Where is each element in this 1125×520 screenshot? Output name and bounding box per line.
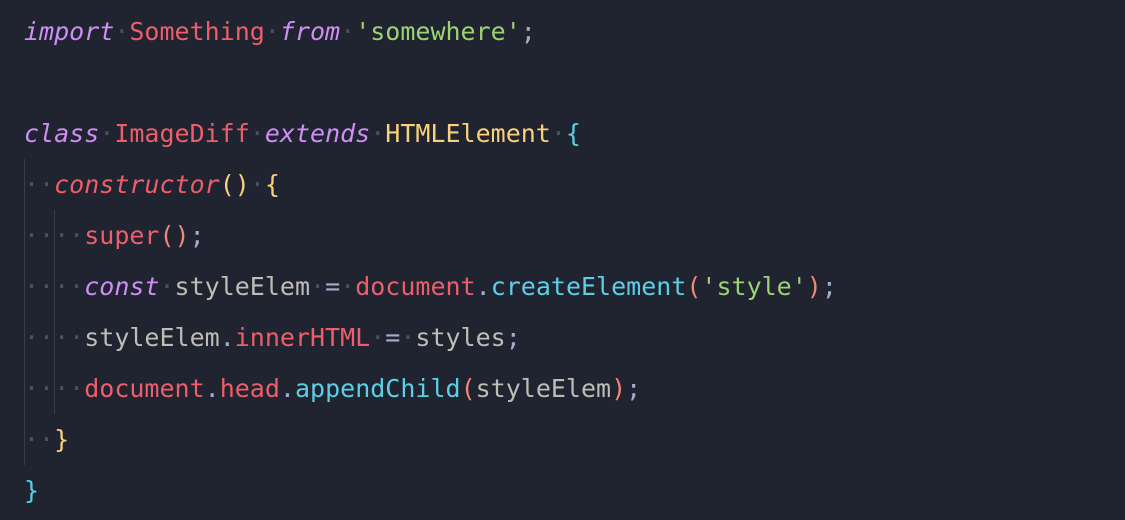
whitespace-marker: ·· — [24, 425, 54, 454]
code-line: ····document.head.appendChild(styleElem)… — [24, 363, 1101, 414]
token-keyword-italic: extends — [265, 119, 370, 148]
token-paren-pink: ) — [611, 374, 626, 403]
token-super: super — [84, 221, 159, 250]
token-prop-red: document — [355, 272, 475, 301]
token-punct: ; — [521, 17, 536, 46]
whitespace-marker: · — [250, 119, 265, 148]
token-punct: ; — [626, 374, 641, 403]
token-paren-pink: ) — [807, 272, 822, 301]
token-ident: styleElem — [476, 374, 611, 403]
whitespace-marker: · — [551, 119, 566, 148]
indent-guide — [24, 414, 25, 465]
whitespace-marker: · — [310, 272, 325, 301]
token-string: 'somewhere' — [355, 17, 521, 46]
token-keyword-italic: class — [24, 119, 99, 148]
indent-guide — [24, 261, 25, 312]
token-classname: ImageDiff — [114, 119, 249, 148]
whitespace-marker: · — [265, 17, 280, 46]
token-prop-red: innerHTML — [235, 323, 370, 352]
token-punct: ; — [190, 221, 205, 250]
token-method: createElement — [491, 272, 687, 301]
indent-guide — [24, 159, 25, 210]
token-prop-red: document — [84, 374, 204, 403]
code-line: } — [24, 465, 1101, 516]
token-brace-yellow: } — [54, 425, 69, 454]
token-keyword-italic: from — [280, 17, 340, 46]
token-keyword-italic: import — [24, 17, 114, 46]
token-punct: . — [280, 374, 295, 403]
token-brace-yellow: ) — [235, 170, 250, 199]
token-type: HTMLElement — [385, 119, 551, 148]
code-line — [24, 57, 1101, 108]
whitespace-marker: · — [250, 170, 265, 199]
whitespace-marker: · — [159, 272, 174, 301]
indent-guide — [54, 210, 55, 261]
token-brace-yellow: { — [265, 170, 280, 199]
indent-guide — [54, 261, 55, 312]
token-punct: ; — [822, 272, 837, 301]
code-line: ··constructor()·{ — [24, 159, 1101, 210]
whitespace-marker: · — [400, 323, 415, 352]
token-ident: styles — [415, 323, 505, 352]
code-line: ····const·styleElem·=·document.createEle… — [24, 261, 1101, 312]
token-classname: Something — [129, 17, 264, 46]
code-editor[interactable]: import·Something·from·'somewhere';class·… — [0, 0, 1125, 516]
token-punct: . — [476, 272, 491, 301]
token-brace-teal: { — [566, 119, 581, 148]
whitespace-marker: · — [370, 119, 385, 148]
token-paren-pink: ) — [175, 221, 190, 250]
whitespace-marker: ·· — [24, 170, 54, 199]
whitespace-marker: · — [370, 323, 385, 352]
code-line: import·Something·from·'somewhere'; — [24, 6, 1101, 57]
token-ctor: constructor — [54, 170, 220, 199]
indent-guide — [54, 312, 55, 363]
indent-guide — [24, 312, 25, 363]
token-operator: = — [325, 272, 340, 301]
token-prop-red: head — [220, 374, 280, 403]
indent-guide — [54, 363, 55, 414]
code-line: ····styleElem.innerHTML·=·styles; — [24, 312, 1101, 363]
token-operator: = — [385, 323, 400, 352]
token-paren-pink: ( — [159, 221, 174, 250]
code-line: class·ImageDiff·extends·HTMLElement·{ — [24, 108, 1101, 159]
token-brace-yellow: ( — [220, 170, 235, 199]
token-ident: styleElem — [84, 323, 219, 352]
token-keyword-italic: const — [84, 272, 159, 301]
token-brace-teal: } — [24, 476, 39, 505]
token-method: appendChild — [295, 374, 461, 403]
whitespace-marker: · — [114, 17, 129, 46]
token-paren-pink: ( — [686, 272, 701, 301]
token-paren-pink: ( — [461, 374, 476, 403]
indent-guide — [24, 363, 25, 414]
token-punct: ; — [506, 323, 521, 352]
token-punct: . — [220, 323, 235, 352]
token-string: 'style' — [701, 272, 806, 301]
whitespace-marker: · — [340, 272, 355, 301]
indent-guide — [24, 210, 25, 261]
code-line: ··} — [24, 414, 1101, 465]
code-line: ····super(); — [24, 210, 1101, 261]
whitespace-marker: · — [99, 119, 114, 148]
whitespace-marker: · — [340, 17, 355, 46]
token-punct: . — [205, 374, 220, 403]
token-ident: styleElem — [175, 272, 310, 301]
